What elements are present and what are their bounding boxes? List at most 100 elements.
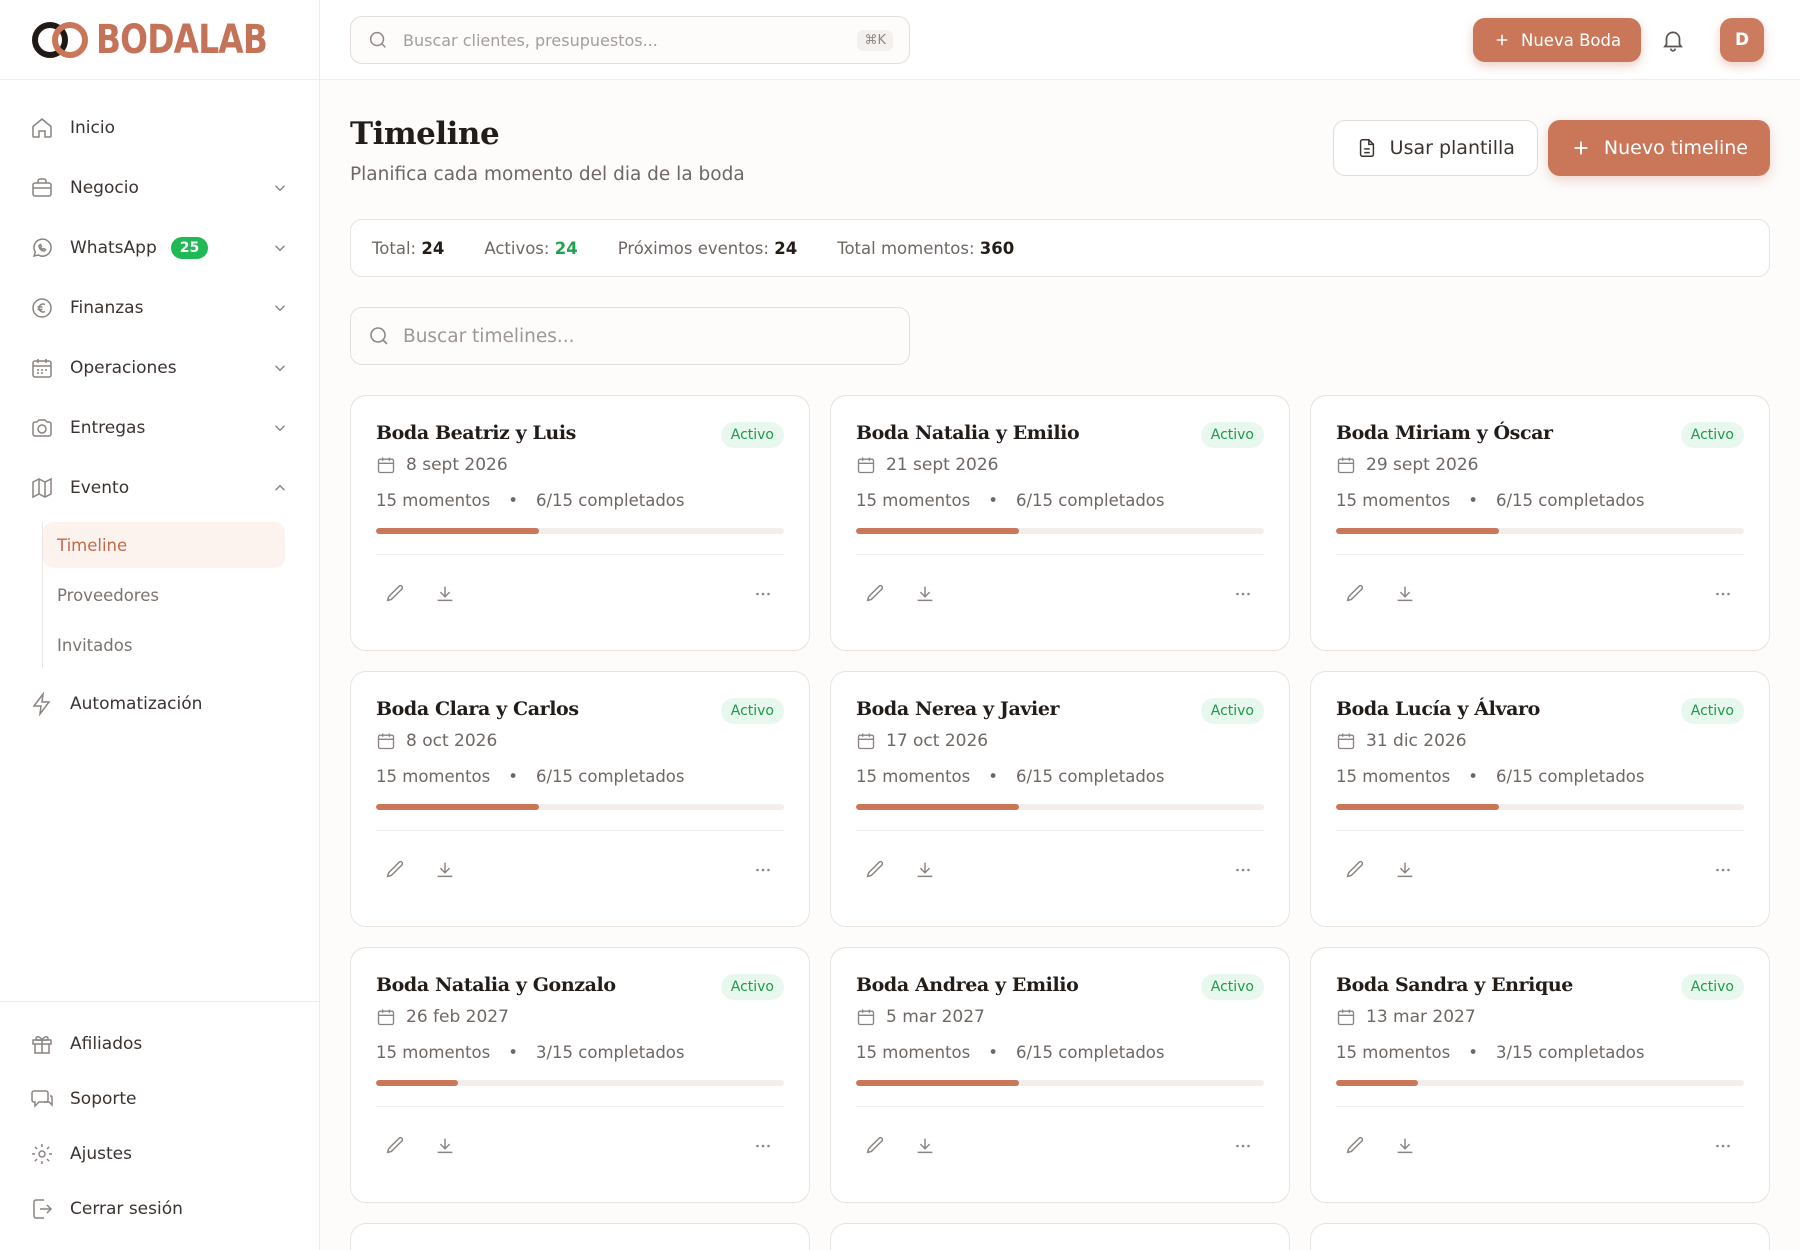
more-options-icon[interactable] bbox=[1232, 1135, 1256, 1159]
sidebar-item-ajustes[interactable]: Ajustes bbox=[0, 1126, 320, 1181]
sidebar-item-label: Automatización bbox=[70, 694, 203, 714]
use-template-button[interactable]: Usar plantilla bbox=[1332, 120, 1538, 176]
timeline-card[interactable] bbox=[830, 1223, 1290, 1250]
timeline-card[interactable] bbox=[350, 1223, 810, 1250]
chevron-down-icon[interactable] bbox=[271, 359, 289, 377]
chevron-down-icon[interactable] bbox=[271, 419, 289, 437]
download-icon[interactable] bbox=[914, 859, 938, 883]
logout-icon bbox=[30, 1197, 54, 1221]
download-icon[interactable] bbox=[914, 1135, 938, 1159]
chevron-up-icon[interactable] bbox=[271, 479, 289, 497]
global-search-input[interactable] bbox=[403, 30, 858, 50]
timeline-card[interactable] bbox=[1310, 1223, 1770, 1250]
edit-icon[interactable] bbox=[384, 583, 408, 607]
sidebar-item-operaciones[interactable]: Operaciones bbox=[0, 338, 319, 398]
sidebar-item-negocio[interactable]: Negocio bbox=[0, 158, 319, 218]
card-meta: 15 momentos • 6/15 completados bbox=[376, 767, 784, 786]
sidebar-item-label: Finanzas bbox=[70, 298, 144, 318]
timeline-card[interactable]: Boda Sandra y Enrique Activo 13 mar 2027… bbox=[1310, 947, 1770, 1203]
chevron-down-icon[interactable] bbox=[271, 239, 289, 257]
new-wedding-button[interactable]: Nueva Boda bbox=[1473, 18, 1642, 62]
download-icon[interactable] bbox=[914, 583, 938, 607]
card-actions bbox=[376, 831, 784, 911]
download-icon[interactable] bbox=[1394, 1135, 1418, 1159]
map-icon bbox=[30, 476, 54, 500]
sidebar-item-afiliados[interactable]: Afiliados bbox=[0, 1016, 320, 1071]
download-icon[interactable] bbox=[434, 583, 458, 607]
separator-dot: • bbox=[508, 491, 518, 510]
status-badge: Activo bbox=[720, 422, 784, 448]
timeline-card[interactable]: Boda Beatriz y Luis Activo 8 sept 2026 1… bbox=[350, 395, 810, 651]
separator-dot: • bbox=[988, 1043, 998, 1062]
sidebar-item-soporte[interactable]: Soporte bbox=[0, 1071, 320, 1126]
edit-icon[interactable] bbox=[864, 583, 888, 607]
more-options-icon[interactable] bbox=[1712, 1135, 1736, 1159]
edit-icon[interactable] bbox=[384, 1135, 408, 1159]
calendar-icon bbox=[30, 356, 54, 380]
edit-icon[interactable] bbox=[384, 859, 408, 883]
card-moments: 15 momentos bbox=[856, 767, 971, 786]
logo[interactable]: BODALAB bbox=[0, 0, 319, 80]
card-date-text: 29 sept 2026 bbox=[1366, 455, 1479, 475]
subnav-item-timeline[interactable]: Timeline bbox=[43, 522, 285, 568]
subnav-item-proveedores[interactable]: Proveedores bbox=[43, 572, 285, 618]
calendar-icon bbox=[857, 457, 875, 474]
timeline-card[interactable]: Boda Natalia y Gonzalo Activo 26 feb 202… bbox=[350, 947, 810, 1203]
main-nav: Inicio Negocio WhatsApp 25 Finanzas Oper… bbox=[0, 80, 319, 734]
chevron-down-icon[interactable] bbox=[271, 179, 289, 197]
card-completed: 3/15 completados bbox=[1496, 1043, 1645, 1062]
sidebar-item-automatizacion[interactable]: Automatización bbox=[0, 674, 319, 734]
card-meta: 15 momentos • 6/15 completados bbox=[856, 767, 1264, 786]
card-date-text: 8 oct 2026 bbox=[406, 731, 498, 751]
edit-icon[interactable] bbox=[1344, 1135, 1368, 1159]
timeline-search-input[interactable] bbox=[403, 325, 893, 347]
card-moments: 15 momentos bbox=[856, 1043, 971, 1062]
timeline-card[interactable]: Boda Nerea y Javier Activo 17 oct 2026 1… bbox=[830, 671, 1290, 927]
chevron-down-icon[interactable] bbox=[271, 299, 289, 317]
status-badge: Activo bbox=[720, 698, 784, 724]
sidebar-item-entregas[interactable]: Entregas bbox=[0, 398, 319, 458]
global-search[interactable]: ⌘K bbox=[350, 16, 910, 64]
sidebar-item-label: Evento bbox=[70, 478, 130, 498]
user-avatar[interactable]: D bbox=[1720, 18, 1764, 62]
timeline-card[interactable]: Boda Lucía y Álvaro Activo 31 dic 2026 1… bbox=[1310, 671, 1770, 927]
bell-icon[interactable] bbox=[1660, 27, 1686, 53]
card-date-text: 5 mar 2027 bbox=[886, 1007, 985, 1027]
card-completed: 6/15 completados bbox=[1496, 767, 1645, 786]
more-options-icon[interactable] bbox=[752, 859, 776, 883]
more-options-icon[interactable] bbox=[752, 1135, 776, 1159]
new-wedding-label: Nueva Boda bbox=[1521, 30, 1622, 50]
card-completed: 3/15 completados bbox=[536, 1043, 685, 1062]
subnav-item-invitados[interactable]: Invitados bbox=[43, 622, 285, 668]
timeline-card[interactable]: Boda Andrea y Emilio Activo 5 mar 2027 1… bbox=[830, 947, 1290, 1203]
timeline-search[interactable] bbox=[350, 307, 910, 365]
edit-icon[interactable] bbox=[864, 1135, 888, 1159]
timeline-card[interactable]: Boda Miriam y Óscar Activo 29 sept 2026 … bbox=[1310, 395, 1770, 651]
timeline-card[interactable]: Boda Clara y Carlos Activo 8 oct 2026 15… bbox=[350, 671, 810, 927]
card-meta: 15 momentos • 6/15 completados bbox=[856, 491, 1264, 510]
more-options-icon[interactable] bbox=[1712, 859, 1736, 883]
more-options-icon[interactable] bbox=[752, 583, 776, 607]
edit-icon[interactable] bbox=[1344, 859, 1368, 883]
new-timeline-button[interactable]: Nuevo timeline bbox=[1547, 120, 1770, 176]
download-icon[interactable] bbox=[1394, 859, 1418, 883]
edit-icon[interactable] bbox=[864, 859, 888, 883]
calendar-icon bbox=[1337, 457, 1355, 474]
search-shortcut-hint: ⌘K bbox=[857, 29, 893, 51]
timeline-card[interactable]: Boda Natalia y Emilio Activo 21 sept 202… bbox=[830, 395, 1290, 651]
more-options-icon[interactable] bbox=[1712, 583, 1736, 607]
status-badge: Activo bbox=[1200, 698, 1264, 724]
edit-icon[interactable] bbox=[1344, 583, 1368, 607]
download-icon[interactable] bbox=[434, 859, 458, 883]
download-icon[interactable] bbox=[1394, 583, 1418, 607]
sidebar-item-cerrar-sesion[interactable]: Cerrar sesión bbox=[0, 1181, 320, 1236]
calendar-icon bbox=[377, 1009, 395, 1026]
progress-fill bbox=[376, 804, 540, 810]
more-options-icon[interactable] bbox=[1232, 859, 1256, 883]
sidebar-item-evento[interactable]: Evento bbox=[0, 458, 319, 518]
download-icon[interactable] bbox=[434, 1135, 458, 1159]
sidebar-item-finanzas[interactable]: Finanzas bbox=[0, 278, 319, 338]
sidebar-item-whatsapp[interactable]: WhatsApp 25 bbox=[0, 218, 319, 278]
more-options-icon[interactable] bbox=[1232, 583, 1256, 607]
sidebar-item-inicio[interactable]: Inicio bbox=[0, 98, 319, 158]
